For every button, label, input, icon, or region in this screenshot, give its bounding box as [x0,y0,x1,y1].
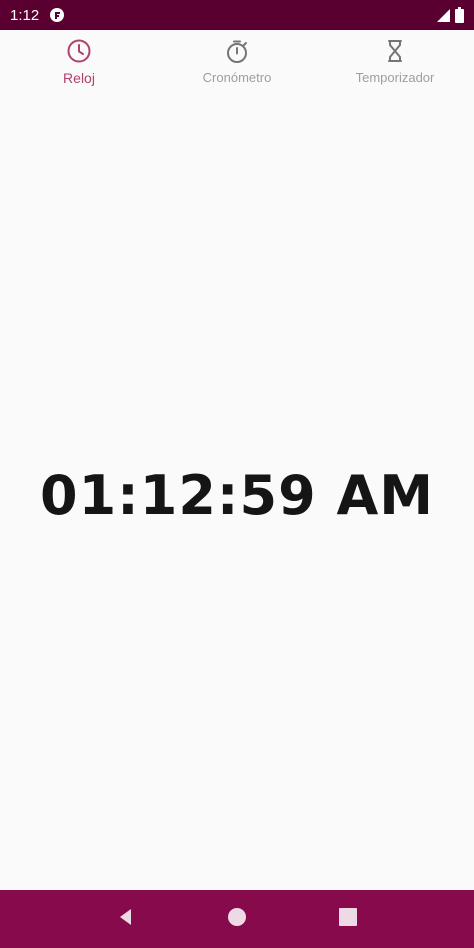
clock-display: 01:12:59 AM [40,463,434,527]
hourglass-icon [382,38,408,64]
tab-cronometro[interactable]: Cronómetro [158,30,316,98]
tab-reloj[interactable]: Reloj [0,30,158,98]
back-icon [116,907,136,932]
tab-bar: Reloj Cronómetro Temporizador [0,30,474,98]
navigation-bar [0,890,474,948]
tab-label: Reloj [63,70,95,86]
clock-icon [66,38,92,64]
status-time: 1:12 [10,6,40,24]
tab-label: Cronómetro [202,70,272,85]
home-button[interactable] [217,899,257,939]
recents-icon [338,907,358,932]
tab-temporizador[interactable]: Temporizador [316,30,474,98]
back-button[interactable] [106,899,146,939]
notification-app-icon [49,7,65,23]
tab-label: Temporizador [355,70,435,85]
status-bar: 1:12 [0,0,474,30]
battery-icon [455,7,464,23]
signal-icon [435,7,451,23]
recents-button[interactable] [328,899,368,939]
home-icon [227,907,247,932]
stopwatch-icon [224,38,250,64]
